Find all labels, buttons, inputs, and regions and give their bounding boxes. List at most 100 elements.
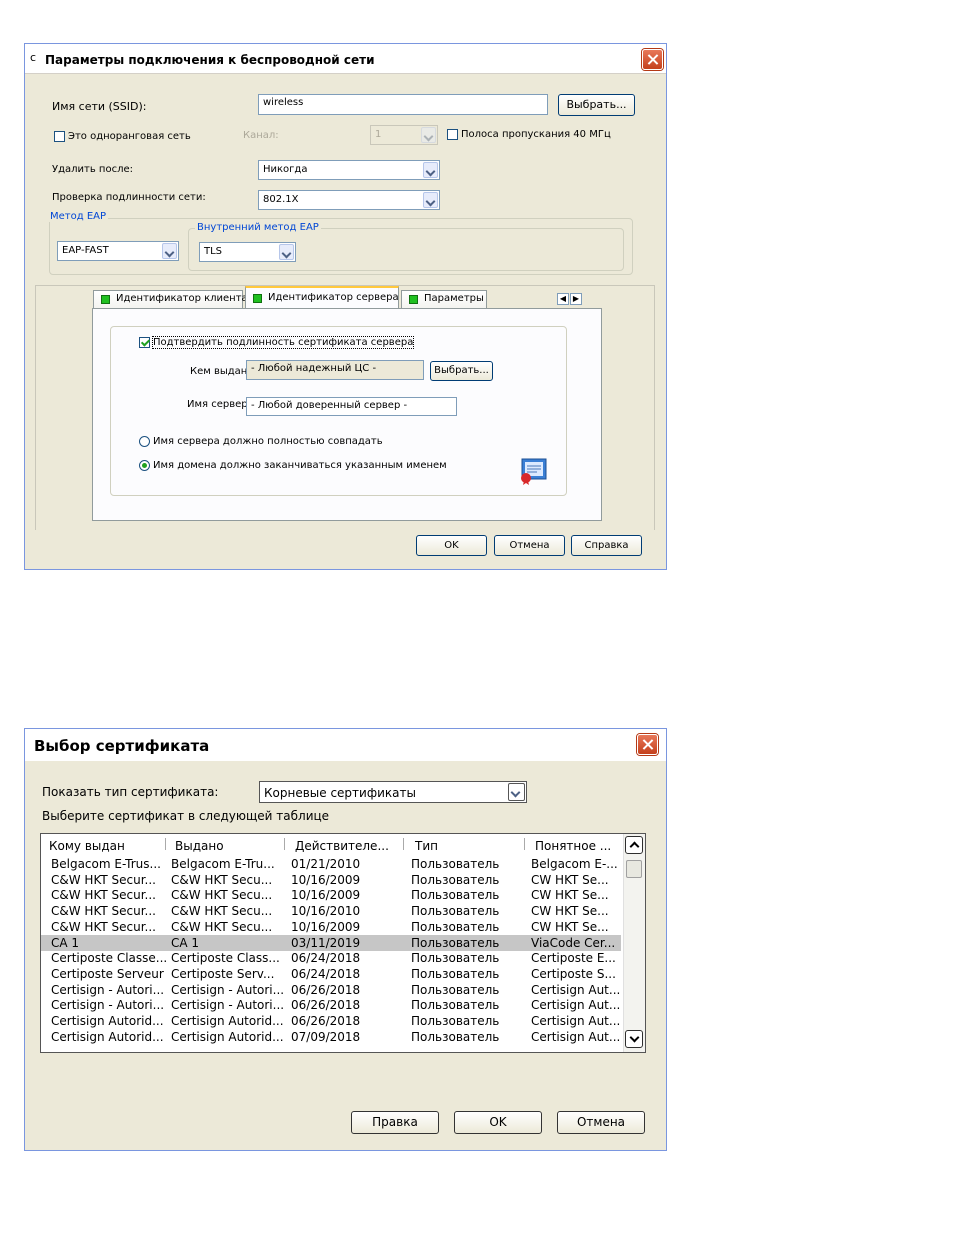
table-row[interactable]: Certisign Autorid... Certisign Autorid...…	[41, 1013, 621, 1029]
channel-label: Канал:	[243, 130, 279, 141]
table-cell: Certiposte S...	[531, 966, 616, 981]
table-row[interactable]: Certisign - Autori... Certisign - Autori.…	[41, 982, 621, 998]
table-cell: Certisign - Autori...	[51, 998, 165, 1013]
close-button[interactable]	[642, 49, 663, 70]
table-cell: 06/24/2018	[291, 966, 361, 981]
green-square-icon	[409, 295, 418, 304]
tab-scroll-right-icon[interactable]: ▶	[570, 293, 582, 305]
table-row[interactable]: Belgacom E-Trus... Belgacom E-Tru... 01/21…	[41, 856, 621, 872]
table-cell: 06/24/2018	[291, 951, 361, 966]
table-cell: C&W HKT Secu...	[171, 872, 273, 887]
column-header-friendly-name[interactable]: Понятное ...	[527, 834, 626, 854]
verify-cert-checkbox[interactable]	[139, 337, 150, 348]
table-cell: Certisign Aut...	[531, 1014, 621, 1028]
table-cell: Certisign Autorid...	[171, 1029, 283, 1044]
table-row[interactable]: Certiposte Serveur Certiposte Serv... 06/2…	[41, 966, 621, 982]
scroll-thumb[interactable]	[626, 860, 642, 878]
table-row[interactable]: C&W HKT Secur... C&W HKT Secu... 10/16/200…	[41, 919, 621, 935]
help-button[interactable]: Справка	[571, 535, 642, 556]
network-auth-label: Проверка подлинности сети:	[52, 192, 206, 203]
table-cell: C&W HKT Secur...	[51, 888, 156, 903]
ok-button[interactable]: OK	[416, 535, 487, 556]
scroll-down-icon[interactable]	[625, 1030, 643, 1048]
issued-by-input[interactable]: - Любой надежный ЦС -	[246, 360, 424, 380]
table-body: Belgacom E-Trus... Belgacom E-Tru... 01/21…	[41, 856, 626, 1052]
certificate-selection-dialog: Выбор сертификата Показать тип сертифика…	[24, 728, 667, 1151]
table-row[interactable]: C&W HKT Secur... C&W HKT Secu... 10/16/200…	[41, 872, 621, 888]
network-auth-select[interactable]: 802.1X	[258, 190, 440, 210]
column-header-type[interactable]: Тип	[407, 834, 522, 854]
cancel-button[interactable]: Отмена	[557, 1111, 645, 1134]
bandwidth-40mhz-checkbox[interactable]	[447, 129, 458, 140]
ssid-label: Имя сети (SSID):	[52, 100, 147, 113]
radio-exact-match[interactable]	[139, 436, 150, 447]
table-cell: Certiposte Serveur	[51, 966, 164, 981]
table-cell: Пользователь	[411, 872, 500, 887]
green-square-icon	[101, 295, 110, 304]
verify-cert-label: Подтвердить подлинность сертификата серв…	[151, 336, 415, 349]
table-cell: 01/21/2010	[291, 857, 361, 871]
column-header-valid-until[interactable]: Действителе...	[287, 834, 402, 854]
table-cell: Belgacom E-Tru...	[171, 857, 275, 871]
tab-client-id[interactable]: Идентификатор клиента	[93, 290, 248, 309]
table-row[interactable]: Certiposte Classe... Certiposte Class... 0…	[41, 950, 621, 966]
certificate-table[interactable]: Кому выдан Выдано Действителе... Тип Пон…	[40, 833, 646, 1053]
table-cell: Certiposte E...	[531, 951, 616, 966]
issued-by-label: Кем выдан:	[190, 366, 251, 377]
issued-by-select-button[interactable]: Выбрать...	[430, 361, 493, 381]
wireless-settings-dialog: ᴄ Параметры подключения к беспроводной с…	[24, 43, 667, 570]
table-cell: Пользователь	[411, 935, 500, 950]
table-scrollbar[interactable]	[623, 834, 645, 1052]
table-row[interactable]: CA 1 CA 1 03/11/2019 Пользователь ViaCode Ce…	[41, 934, 621, 951]
table-row[interactable]: Certisign Autorid... Certisign Autorid...…	[41, 1029, 621, 1045]
scroll-up-icon[interactable]	[625, 836, 643, 854]
server-name-input[interactable]: - Любой доверенный сервер -	[246, 397, 457, 416]
table-cell: Certisign Autorid...	[51, 1014, 164, 1028]
table-row[interactable]: Certisign - Autori... Certisign - Autori.…	[41, 997, 621, 1013]
green-square-icon	[253, 294, 262, 303]
table-cell: Certisign Aut...	[531, 1029, 621, 1044]
dialog-title: Параметры подключения к беспроводной сет…	[45, 53, 375, 67]
delete-after-select[interactable]: Никогда	[258, 160, 440, 180]
table-cell: CW HKT Se...	[531, 872, 609, 887]
table-cell: Certiposte Classe...	[51, 951, 167, 966]
column-header-issued-to[interactable]: Кому выдан	[41, 834, 161, 854]
eap-method-select[interactable]: EAP-FAST	[57, 241, 179, 261]
table-row[interactable]: C&W HKT Secur... C&W HKT Secu... 10/16/201…	[41, 903, 621, 919]
column-header-issued-by[interactable]: Выдано	[167, 834, 282, 854]
inner-eap-select[interactable]: TLS	[199, 242, 296, 262]
ssid-input[interactable]: wireless	[258, 94, 548, 115]
table-cell: CW HKT Se...	[531, 904, 609, 919]
edit-button[interactable]: Правка	[351, 1111, 439, 1134]
delete-after-label: Удалить после:	[52, 164, 133, 175]
tab-server-id[interactable]: Идентификатор сервера	[245, 286, 399, 309]
table-cell: Certisign Autorid...	[51, 1029, 164, 1044]
table-cell: CA 1	[171, 935, 200, 950]
table-cell: Certisign - Autori...	[51, 982, 165, 997]
table-cell: Certiposte Class...	[171, 951, 280, 966]
select-ssid-button[interactable]: Выбрать...	[558, 94, 635, 116]
table-row[interactable]: C&W HKT Secur... C&W HKT Secu... 10/16/200…	[41, 887, 621, 903]
table-cell: Пользователь	[411, 857, 500, 871]
table-cell: Пользователь	[411, 919, 500, 934]
radio-domain-match-label: Имя домена должно заканчиваться указанны…	[153, 460, 447, 471]
tab-scroll-left-icon[interactable]: ◀	[557, 293, 569, 305]
wireless-antenna-icon: ᴄ	[30, 51, 37, 64]
cert-type-select[interactable]: Корневые сертификаты	[259, 781, 527, 803]
instruction-text: Выберите сертификат в следующей таблице	[42, 809, 330, 823]
tab-parameters[interactable]: Параметры	[401, 290, 487, 309]
table-cell: 07/09/2018	[291, 1029, 361, 1044]
adhoc-checkbox[interactable]	[54, 131, 65, 142]
ok-button[interactable]: OK	[454, 1111, 542, 1134]
close-button[interactable]	[637, 734, 658, 755]
radio-domain-match[interactable]	[139, 460, 150, 471]
table-cell: Certisign Autorid...	[171, 1014, 283, 1028]
table-cell: Пользователь	[411, 904, 500, 919]
table-cell: C&W HKT Secur...	[51, 904, 156, 919]
cancel-button[interactable]: Отмена	[494, 535, 565, 556]
table-cell: Пользователь	[411, 966, 500, 981]
adhoc-label: Это одноранговая сеть	[68, 131, 191, 142]
table-cell: C&W HKT Secur...	[51, 872, 156, 887]
table-cell: 10/16/2009	[291, 919, 361, 934]
table-cell: Пользователь	[411, 951, 500, 966]
